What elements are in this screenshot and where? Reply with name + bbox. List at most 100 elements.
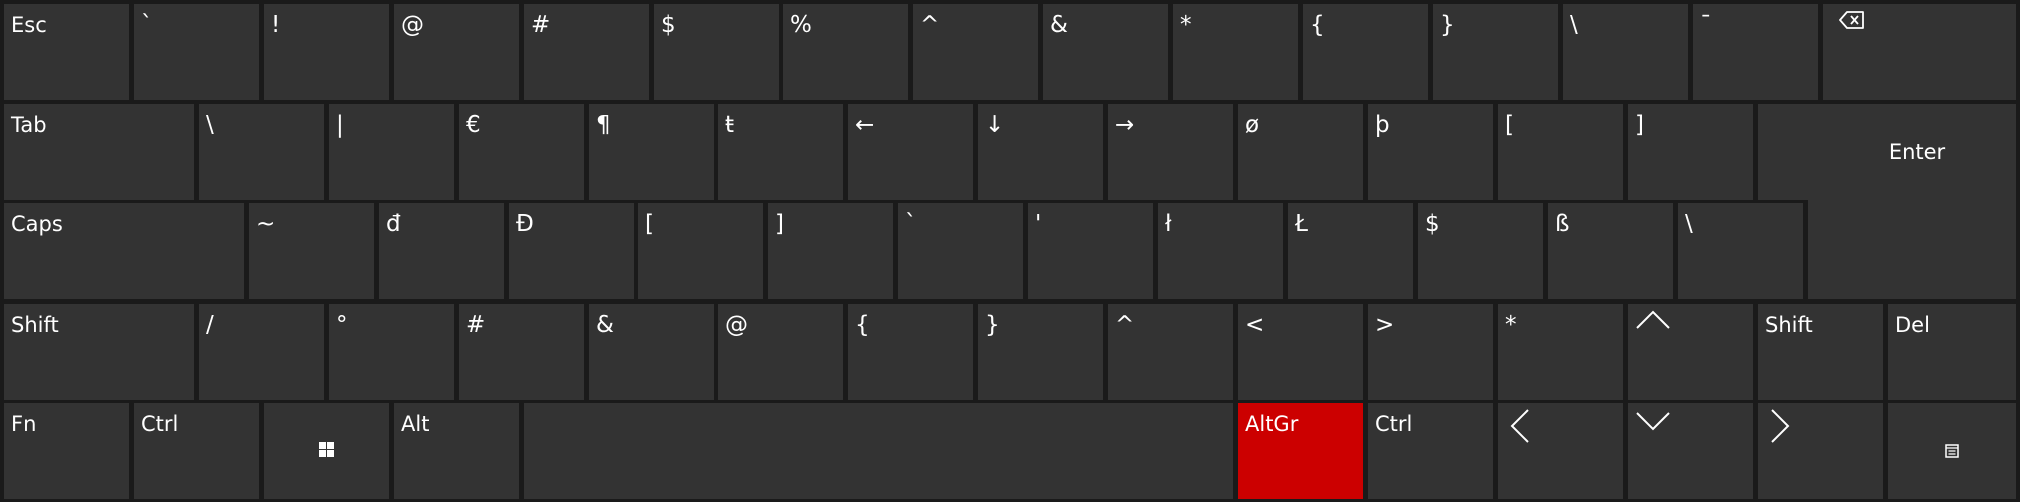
asterisk-key-label: *	[1180, 12, 1192, 38]
dollar-key[interactable]: $	[654, 4, 779, 100]
left-shift-key[interactable]: Shift	[4, 304, 194, 400]
right-arrow-symbol-key-label: →	[1115, 112, 1135, 138]
left-arrow-key[interactable]	[1498, 403, 1623, 499]
alt-key[interactable]: Alt	[394, 403, 519, 499]
hash-key[interactable]: #	[524, 4, 649, 100]
down-arrow-symbol-key[interactable]: ↓	[978, 104, 1103, 200]
chevron-up-icon	[1636, 310, 1670, 334]
windows-key[interactable]	[264, 403, 389, 499]
backslash-key-label: \	[206, 112, 214, 138]
percent-key-label: %	[790, 12, 812, 38]
options-key[interactable]	[1888, 403, 2016, 499]
fn-key[interactable]: Fn	[4, 403, 129, 499]
capital-l-stroke-key[interactable]: Ł	[1288, 203, 1413, 299]
degree-key[interactable]: °	[329, 304, 454, 400]
open-bracket-key[interactable]: [	[638, 203, 763, 299]
asterisk-key[interactable]: *	[1173, 4, 1298, 100]
hash-key[interactable]: #	[459, 304, 584, 400]
capital-l-stroke-key-label: Ł	[1295, 211, 1308, 237]
ampersand-key[interactable]: &	[589, 304, 714, 400]
pipe-key[interactable]: |	[329, 104, 454, 200]
percent-key[interactable]: %	[783, 4, 908, 100]
down-arrow-key[interactable]	[1628, 403, 1753, 499]
dollar-key[interactable]: $	[1418, 203, 1543, 299]
at-key[interactable]: @	[718, 304, 843, 400]
l-stroke-key[interactable]: ł	[1158, 203, 1283, 299]
right-arrow-key[interactable]	[1758, 403, 1883, 499]
sharp-s-key[interactable]: ß	[1548, 203, 1673, 299]
altgr-key[interactable]: AltGr	[1238, 403, 1363, 499]
pilcrow-key[interactable]: ¶	[589, 104, 714, 200]
backspace-key[interactable]	[1823, 4, 2016, 100]
capital-d-stroke-key[interactable]: Đ	[509, 203, 634, 299]
t-stroke-key[interactable]: ŧ	[718, 104, 843, 200]
exclamation-key[interactable]: !	[264, 4, 389, 100]
space-key[interactable]	[524, 403, 1233, 499]
backslash-key[interactable]: \	[199, 104, 324, 200]
pipe-key-label: |	[336, 112, 344, 138]
open-bracket-key-label: [	[1505, 112, 1514, 138]
right-shift-key-label: Shift	[1765, 313, 1813, 337]
altgr-key-label: AltGr	[1245, 412, 1299, 436]
at-key-label: @	[401, 12, 424, 38]
d-stroke-key-label: đ	[386, 211, 401, 237]
left-arrow-symbol-key[interactable]: ←	[848, 104, 973, 200]
right-shift-key[interactable]: Shift	[1758, 304, 1883, 400]
asterisk-key-label: *	[1505, 312, 1517, 338]
enter-key-extension[interactable]	[1808, 203, 2016, 299]
ampersand-key-label: &	[596, 312, 614, 338]
close-bracket-key-label: ]	[1635, 112, 1644, 138]
close-brace-key-label: }	[985, 312, 1000, 338]
backtick-key[interactable]: `	[898, 203, 1023, 299]
d-stroke-key[interactable]: đ	[379, 203, 504, 299]
del-key-label: Del	[1895, 313, 1930, 337]
del-key[interactable]: Del	[1888, 304, 2016, 400]
asterisk-key[interactable]: *	[1498, 304, 1623, 400]
open-brace-key[interactable]: {	[1303, 4, 1428, 100]
at-key-label: @	[725, 312, 748, 338]
pilcrow-key-label: ¶	[596, 112, 611, 138]
up-arrow-key[interactable]	[1628, 304, 1753, 400]
enter-key[interactable]: Enter	[1758, 104, 2016, 200]
o-slash-key[interactable]: ø	[1238, 104, 1363, 200]
thorn-key[interactable]: þ	[1368, 104, 1493, 200]
euro-key[interactable]: €	[459, 104, 584, 200]
euro-key-label: €	[466, 112, 481, 138]
close-bracket-key[interactable]: ]	[768, 203, 893, 299]
backslash-key[interactable]: \	[1563, 4, 1688, 100]
open-brace-key-label: {	[1310, 12, 1325, 38]
caps-key[interactable]: Caps	[4, 203, 244, 299]
capital-d-stroke-key-label: Đ	[516, 211, 534, 237]
macron-key[interactable]: ¯	[1693, 4, 1818, 100]
esc-key[interactable]: Esc	[4, 4, 129, 100]
close-bracket-key-label: ]	[775, 211, 784, 237]
slash-key[interactable]: /	[199, 304, 324, 400]
caret-key-label: ^	[920, 12, 940, 38]
caret-key[interactable]: ^	[1108, 304, 1233, 400]
close-bracket-key[interactable]: ]	[1628, 104, 1753, 200]
at-key[interactable]: @	[394, 4, 519, 100]
backslash-key[interactable]: \	[1678, 203, 1803, 299]
less-than-key[interactable]: <	[1238, 304, 1363, 400]
open-bracket-key[interactable]: [	[1498, 104, 1623, 200]
dollar-key-label: $	[1425, 211, 1440, 237]
greater-than-key[interactable]: >	[1368, 304, 1493, 400]
t-stroke-key-label: ŧ	[725, 112, 735, 138]
open-brace-key-label: {	[855, 312, 870, 338]
close-brace-key[interactable]: }	[978, 304, 1103, 400]
caret-key[interactable]: ^	[913, 4, 1038, 100]
apostrophe-key[interactable]: '	[1028, 203, 1153, 299]
tab-key[interactable]: Tab	[4, 104, 194, 200]
backtick-key[interactable]: `	[134, 4, 259, 100]
degree-key-label: °	[336, 312, 348, 338]
ampersand-key[interactable]: &	[1043, 4, 1168, 100]
left-ctrl-key[interactable]: Ctrl	[134, 403, 259, 499]
close-brace-key[interactable]: }	[1433, 4, 1558, 100]
right-ctrl-key[interactable]: Ctrl	[1368, 403, 1493, 499]
right-ctrl-key-label: Ctrl	[1375, 412, 1413, 436]
open-brace-key[interactable]: {	[848, 304, 973, 400]
tilde-key[interactable]: ~	[249, 203, 374, 299]
left-ctrl-key-label: Ctrl	[141, 412, 179, 436]
right-arrow-symbol-key[interactable]: →	[1108, 104, 1233, 200]
backspace-icon	[1839, 11, 1865, 33]
